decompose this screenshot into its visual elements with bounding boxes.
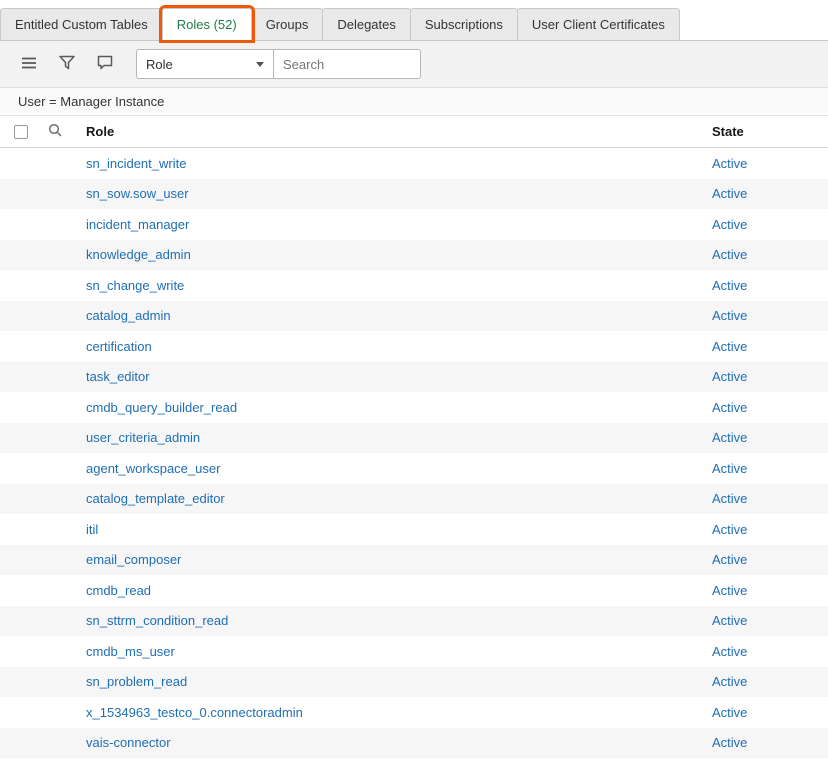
table-row: certification Active	[0, 331, 828, 362]
state-link[interactable]: Active	[712, 186, 747, 201]
search-column-select[interactable]: Role	[136, 49, 274, 79]
state-link[interactable]: Active	[712, 278, 747, 293]
filter-button[interactable]	[54, 51, 80, 77]
role-link[interactable]: vais-connector	[86, 735, 171, 750]
state-link[interactable]: Active	[712, 339, 747, 354]
breadcrumb-text: User = Manager Instance	[18, 94, 164, 109]
role-link[interactable]: sn_problem_read	[86, 674, 187, 689]
role-link[interactable]: email_composer	[86, 552, 181, 567]
state-link[interactable]: Active	[712, 369, 747, 384]
list-menu-icon	[21, 56, 37, 73]
table-row: cmdb_ms_user Active	[0, 636, 828, 667]
state-link[interactable]: Active	[712, 217, 747, 232]
table-row: catalog_template_editor Active	[0, 484, 828, 515]
table-row: sn_incident_write Active	[0, 148, 828, 179]
role-link[interactable]: cmdb_read	[86, 583, 151, 598]
tab-label: Entitled Custom Tables	[15, 17, 148, 32]
role-link[interactable]: sn_incident_write	[86, 156, 186, 171]
tab-label: Delegates	[337, 17, 396, 32]
role-link[interactable]: cmdb_query_builder_read	[86, 400, 237, 415]
tab-label: Groups	[266, 17, 309, 32]
state-link[interactable]: Active	[712, 583, 747, 598]
state-link[interactable]: Active	[712, 705, 747, 720]
role-link[interactable]: sn_sow.sow_user	[86, 186, 189, 201]
role-link[interactable]: catalog_admin	[86, 308, 171, 323]
table-row: sn_sttrm_condition_read Active	[0, 606, 828, 637]
role-link[interactable]: itil	[86, 522, 98, 537]
breadcrumb[interactable]: User = Manager Instance	[0, 88, 828, 116]
column-search-icon[interactable]	[48, 123, 62, 140]
role-link[interactable]: x_1534963_testco_0.connectoradmin	[86, 705, 303, 720]
list-toolbar: Role	[0, 41, 828, 88]
tab-label: Subscriptions	[425, 17, 503, 32]
role-link[interactable]: sn_change_write	[86, 278, 184, 293]
table-row: catalog_admin Active	[0, 301, 828, 332]
state-link[interactable]: Active	[712, 644, 747, 659]
search-column-value: Role	[146, 57, 173, 72]
roles-table: Role State sn_incident_write Active sn_s…	[0, 116, 828, 758]
table-row: incident_manager Active	[0, 209, 828, 240]
role-link[interactable]: catalog_template_editor	[86, 491, 225, 506]
tab-label: User Client Certificates	[532, 17, 665, 32]
state-link[interactable]: Active	[712, 491, 747, 506]
search-input[interactable]	[273, 49, 421, 79]
table-row: cmdb_query_builder_read Active	[0, 392, 828, 423]
table-row: sn_sow.sow_user Active	[0, 179, 828, 210]
state-link[interactable]: Active	[712, 156, 747, 171]
table-row: sn_problem_read Active	[0, 667, 828, 698]
state-link[interactable]: Active	[712, 461, 747, 476]
role-link[interactable]: sn_sttrm_condition_read	[86, 613, 228, 628]
table-body: sn_incident_write Active sn_sow.sow_user…	[0, 148, 828, 758]
tab-label: Roles (52)	[177, 17, 237, 32]
role-link[interactable]: cmdb_ms_user	[86, 644, 175, 659]
column-header-role[interactable]: Role	[86, 124, 712, 139]
role-link[interactable]: incident_manager	[86, 217, 189, 232]
tab-groups[interactable]: Groups	[251, 8, 324, 40]
tab-roles-52[interactable]: Roles (52)	[162, 8, 252, 40]
table-row: agent_workspace_user Active	[0, 453, 828, 484]
table-row: cmdb_read Active	[0, 575, 828, 606]
role-link[interactable]: task_editor	[86, 369, 150, 384]
table-row: email_composer Active	[0, 545, 828, 576]
column-header-state[interactable]: State	[712, 124, 828, 139]
state-link[interactable]: Active	[712, 613, 747, 628]
table-row: task_editor Active	[0, 362, 828, 393]
table-row: itil Active	[0, 514, 828, 545]
table-row: vais-connector Active	[0, 728, 828, 759]
state-link[interactable]: Active	[712, 522, 747, 537]
tab-delegates[interactable]: Delegates	[322, 8, 411, 40]
select-all-checkbox[interactable]	[14, 125, 28, 139]
state-link[interactable]: Active	[712, 308, 747, 323]
table-header-row: Role State	[0, 116, 828, 148]
list-menu-button[interactable]	[16, 51, 42, 77]
state-link[interactable]: Active	[712, 430, 747, 445]
tab-entitled-custom-tables[interactable]: Entitled Custom Tables	[0, 8, 163, 40]
state-link[interactable]: Active	[712, 735, 747, 750]
role-link[interactable]: knowledge_admin	[86, 247, 191, 262]
state-link[interactable]: Active	[712, 400, 747, 415]
roles-list-page: Entitled Custom Tables Roles (52) Groups…	[0, 0, 828, 760]
state-link[interactable]: Active	[712, 674, 747, 689]
role-link[interactable]: agent_workspace_user	[86, 461, 220, 476]
filter-icon	[59, 55, 75, 73]
table-row: knowledge_admin Active	[0, 240, 828, 271]
tab-bar: Entitled Custom Tables Roles (52) Groups…	[0, 0, 828, 41]
table-row: sn_change_write Active	[0, 270, 828, 301]
role-link[interactable]: user_criteria_admin	[86, 430, 200, 445]
table-row: user_criteria_admin Active	[0, 423, 828, 454]
table-row: x_1534963_testco_0.connectoradmin Active	[0, 697, 828, 728]
chat-icon	[97, 55, 113, 73]
tab-user-client-certificates[interactable]: User Client Certificates	[517, 8, 680, 40]
role-link[interactable]: certification	[86, 339, 152, 354]
chevron-down-icon	[256, 62, 264, 67]
tab-subscriptions[interactable]: Subscriptions	[410, 8, 518, 40]
state-link[interactable]: Active	[712, 552, 747, 567]
state-link[interactable]: Active	[712, 247, 747, 262]
chat-button[interactable]	[92, 51, 118, 77]
